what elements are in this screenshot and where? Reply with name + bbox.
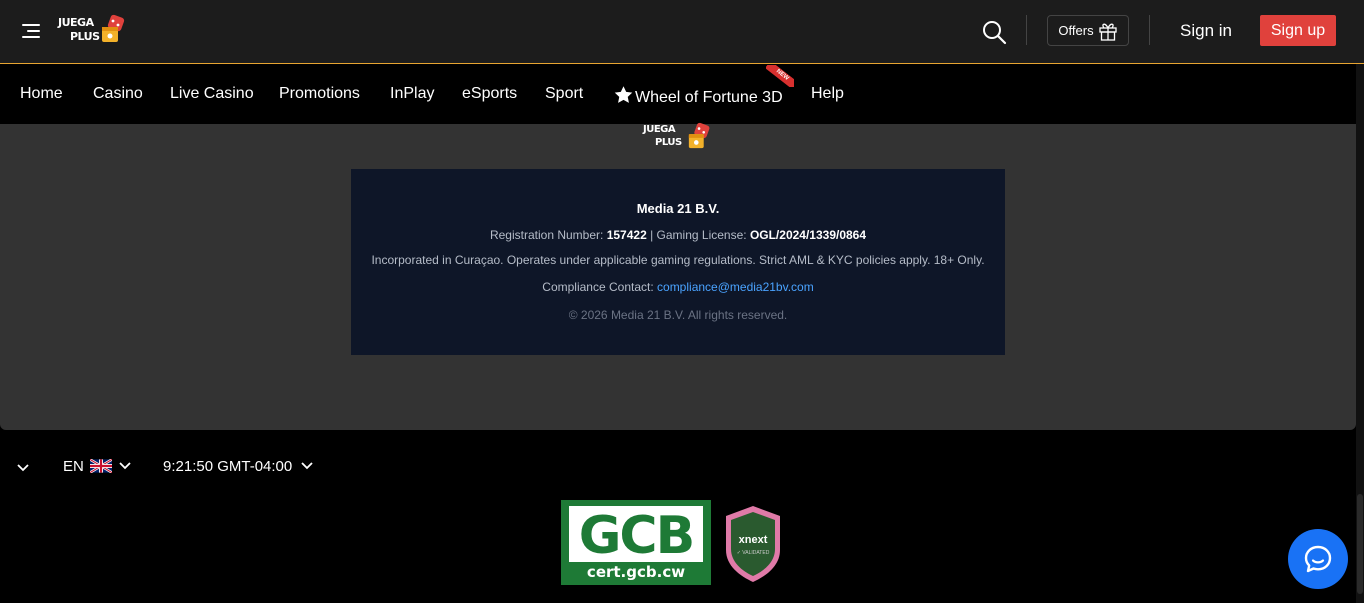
license-info-box: Media 21 B.V. Registration Number: 15742… bbox=[351, 169, 1005, 355]
chevron-down-icon bbox=[301, 462, 313, 470]
nav-item-help[interactable]: Help bbox=[811, 85, 844, 103]
sign-up-button[interactable]: Sign up bbox=[1260, 15, 1336, 46]
live-chat-button[interactable] bbox=[1288, 529, 1348, 589]
header-divider bbox=[1026, 15, 1027, 45]
nav-item-wheel-of-fortune[interactable]: Wheel of Fortune 3D bbox=[613, 85, 783, 107]
header-divider bbox=[1149, 15, 1150, 45]
brand-logo[interactable]: JUEGA PLUS bbox=[58, 14, 128, 46]
offers-button[interactable]: Offers bbox=[1047, 15, 1129, 46]
search-icon[interactable] bbox=[980, 18, 1008, 46]
new-badge: NEW bbox=[766, 65, 794, 87]
chat-icon bbox=[1304, 545, 1332, 573]
registration-number: 157422 bbox=[606, 228, 647, 242]
nav-item-casino[interactable]: Casino bbox=[93, 85, 143, 103]
gcb-certificate-badge[interactable]: GCB cert.gcb.cw bbox=[561, 500, 711, 585]
main-content: JUEGA PLUS Media 21 B.V. Registration Nu… bbox=[0, 122, 1356, 430]
registration-line: Registration Number: 157422 | Gaming Lic… bbox=[489, 228, 867, 242]
nav-item-esports[interactable]: eSports bbox=[462, 85, 517, 103]
compliance-email-link[interactable]: compliance@media21bv.com bbox=[657, 280, 814, 294]
footer-logo[interactable]: JUEGA PLUS bbox=[643, 122, 713, 152]
dice-icon bbox=[688, 122, 710, 149]
nav-item-live-casino[interactable]: Live Casino bbox=[170, 85, 254, 103]
nav-item-inplay[interactable]: InPlay bbox=[390, 85, 434, 103]
scrollbar-thumb[interactable] bbox=[1357, 494, 1363, 594]
dice-icon bbox=[102, 14, 125, 42]
sign-in-button[interactable]: Sign in bbox=[1170, 15, 1242, 46]
page-scrollbar[interactable] bbox=[1356, 64, 1364, 603]
gaming-license: OGL/2024/1339/0864 bbox=[749, 228, 867, 242]
uk-flag-icon bbox=[89, 459, 112, 473]
chevron-down-icon bbox=[119, 462, 131, 470]
menu-icon[interactable] bbox=[18, 20, 40, 40]
compliance-contact: Compliance Contact: compliance@media21bv… bbox=[542, 280, 814, 294]
language-selector[interactable]: EN bbox=[63, 457, 132, 475]
xnext-validated-badge[interactable]: xnext ✓ VALIDATED bbox=[722, 504, 784, 584]
company-name: Media 21 B.V. bbox=[636, 201, 720, 216]
footer: EN 9:21:50 GMT-04:00 GCB cert.gcb.cw xne… bbox=[0, 430, 1364, 603]
gift-icon bbox=[1098, 23, 1117, 41]
copyright: © 2026 Media 21 B.V. All rights reserved… bbox=[568, 308, 788, 322]
incorporation-text: Incorporated in Curaçao. Operates under … bbox=[371, 253, 985, 267]
top-header: JUEGA PLUS Offers Sign in Sign up bbox=[0, 0, 1364, 64]
star-icon bbox=[614, 86, 633, 103]
nav-item-promotions[interactable]: Promotions bbox=[279, 85, 360, 103]
nav-item-sport[interactable]: Sport bbox=[545, 85, 583, 103]
time-display[interactable]: 9:21:50 GMT-04:00 bbox=[163, 457, 314, 475]
nav-item-home[interactable]: Home bbox=[20, 85, 63, 103]
chevron-down-icon[interactable] bbox=[16, 460, 32, 472]
main-nav: Home Casino Live Casino Promotions InPla… bbox=[0, 65, 1364, 124]
